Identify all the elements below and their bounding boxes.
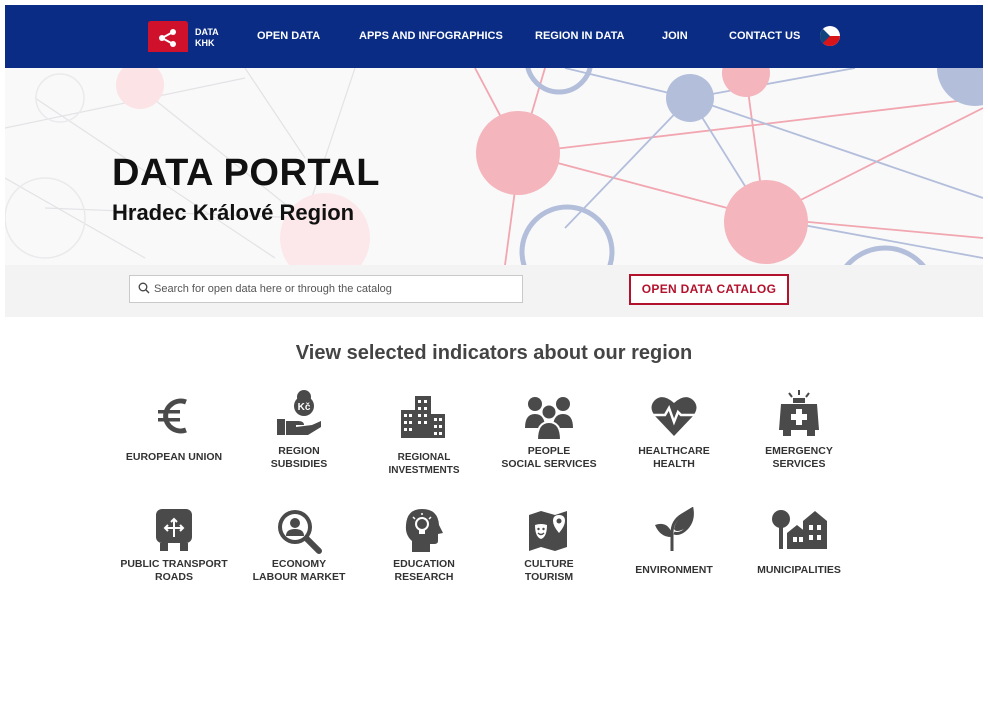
indicator-label: REGION SUBSIDIES xyxy=(270,445,328,470)
heart-pulse-icon xyxy=(651,397,697,436)
svg-text:Kč: Kč xyxy=(298,402,311,413)
search-band: OPEN DATA CATALOG xyxy=(5,265,983,317)
indicator-municipalities[interactable]: MUNICIPALITIES xyxy=(737,507,861,587)
indicator-label: CULTURE TOURISM xyxy=(524,558,574,583)
page: DATA KHK OPEN DATA APPS AND INFOGRAPHICS… xyxy=(5,5,983,700)
page-subtitle: Hradec Králové Region xyxy=(112,200,355,225)
indicator-label: ECONOMY LABOUR MARKET xyxy=(252,558,346,583)
indicator-label: HEALTHCARE HEALTH xyxy=(638,445,710,470)
indicator-label: PEOPLE SOCIAL SERVICES xyxy=(501,445,597,470)
houses-tree-icon xyxy=(772,510,827,549)
map-theatre-icon xyxy=(529,511,567,551)
indicators-heading: View selected indicators about our regio… xyxy=(295,342,693,364)
indicator-regional-investments[interactable]: REGIONAL INVESTMENTS xyxy=(362,394,486,476)
indicator-economy-labour-market[interactable]: ECONOMY LABOUR MARKET xyxy=(237,507,361,587)
share-icon xyxy=(148,21,188,52)
coin-hand-icon: Kč xyxy=(277,390,321,435)
indicator-label: EUROPEAN UNION xyxy=(125,451,223,463)
nav-apps-infographics[interactable]: APPS AND INFOGRAPHICS xyxy=(359,30,503,42)
magnifier-person-icon xyxy=(278,510,322,554)
indicator-environment[interactable]: ENVIRONMENT xyxy=(612,507,736,587)
logo-text-line1: DATA xyxy=(195,27,219,37)
indicator-label: REGIONAL INVESTMENTS xyxy=(388,452,460,476)
buildings-icon xyxy=(401,396,445,438)
page-title: DATA PORTAL xyxy=(112,152,380,194)
hero-banner: DATA PORTAL Hradec Králové Region xyxy=(5,68,983,265)
indicator-label: MUNICIPALITIES xyxy=(757,564,841,576)
indicator-label: PUBLIC TRANSPORT ROADS xyxy=(120,558,228,583)
indicator-label: EDUCATION RESEARCH xyxy=(393,558,455,583)
czech-flag-icon[interactable] xyxy=(820,26,840,46)
top-navigation: DATA KHK OPEN DATA APPS AND INFOGRAPHICS… xyxy=(5,5,983,68)
logo[interactable] xyxy=(148,21,188,52)
logo-text-line2: KHK xyxy=(195,38,215,48)
indicator-public-transport-roads[interactable]: PUBLIC TRANSPORT ROADS xyxy=(112,507,236,587)
indicator-label: EMERGENCY SERVICES xyxy=(765,445,833,470)
nav-open-data[interactable]: OPEN DATA xyxy=(257,30,320,42)
indicator-label: ENVIRONMENT xyxy=(635,564,713,576)
sprout-icon xyxy=(655,507,694,551)
indicator-region-subsidies[interactable]: Kč REGION SUBSIDIES xyxy=(237,390,361,474)
indicator-european-union[interactable]: EUROPEAN UNION xyxy=(112,394,236,474)
logo-text[interactable]: DATA KHK xyxy=(195,27,219,49)
nav-contact-us[interactable]: CONTACT US xyxy=(729,30,800,42)
ambulance-icon xyxy=(779,390,819,436)
indicator-emergency-services[interactable]: EMERGENCY SERVICES xyxy=(737,390,861,474)
open-data-catalog-button[interactable]: OPEN DATA CATALOG xyxy=(629,274,789,305)
nav-join[interactable]: JOIN xyxy=(662,30,688,42)
nav-region-in-data[interactable]: REGION IN DATA xyxy=(535,30,624,42)
head-lightbulb-icon xyxy=(405,509,443,552)
search-box[interactable] xyxy=(129,275,523,303)
bus-icon xyxy=(156,509,192,551)
indicator-culture-tourism[interactable]: CULTURE TOURISM xyxy=(487,507,611,587)
indicator-education-research[interactable]: EDUCATION RESEARCH xyxy=(362,507,486,587)
search-icon xyxy=(138,282,150,294)
search-input[interactable] xyxy=(152,276,514,302)
indicator-people-social-services[interactable]: PEOPLE SOCIAL SERVICES xyxy=(487,394,611,474)
euro-icon xyxy=(158,398,187,434)
people-icon xyxy=(525,397,573,440)
indicator-healthcare-health[interactable]: HEALTHCARE HEALTH xyxy=(612,394,736,474)
